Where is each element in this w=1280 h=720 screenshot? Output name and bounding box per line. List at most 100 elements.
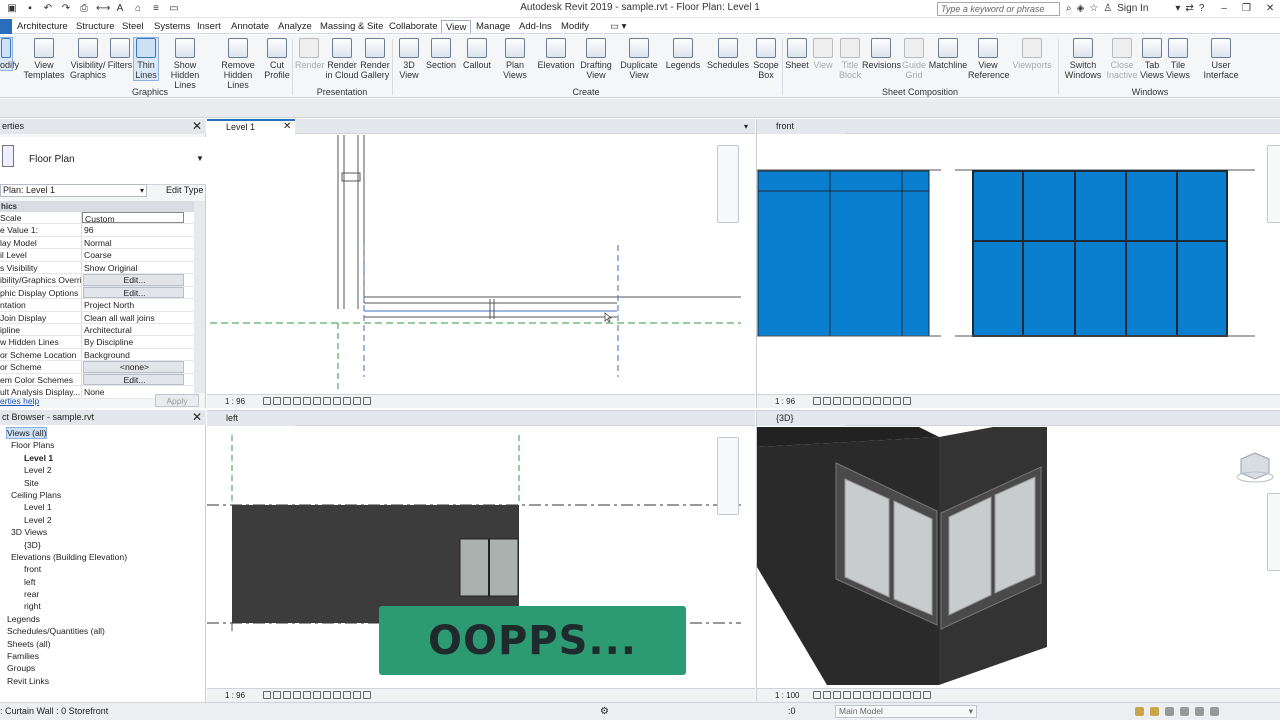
select-underlay-icon[interactable]	[1150, 707, 1159, 716]
properties-scrollbar[interactable]	[194, 201, 205, 393]
chevron-down-icon[interactable]: ▾	[744, 119, 748, 134]
browser-node[interactable]: Floor Plans	[0, 439, 206, 451]
binoculars-icon[interactable]: ⌕	[1066, 3, 1072, 14]
tab-annotate[interactable]: Annotate	[227, 20, 273, 33]
view-reference-button[interactable]: View Reference	[968, 38, 1010, 80]
crop-view-icon[interactable]	[853, 691, 861, 699]
crop-view-icon[interactable]	[853, 397, 861, 405]
select-pinned-icon[interactable]	[1165, 707, 1174, 716]
duplicate-view-button[interactable]: Duplicate View	[618, 38, 660, 80]
close-icon[interactable]: ✕	[1266, 3, 1274, 14]
property-value[interactable]: Normal	[82, 237, 194, 248]
visual-style-icon[interactable]	[273, 397, 281, 405]
temp-hide-icon[interactable]	[873, 691, 881, 699]
apply-button[interactable]: Apply	[155, 394, 199, 407]
browser-node[interactable]: Families	[0, 650, 206, 662]
shadows-icon[interactable]	[843, 691, 851, 699]
navigation-bar[interactable]	[1267, 493, 1280, 571]
viewports-button[interactable]: Viewports	[1012, 38, 1052, 70]
browser-node[interactable]: Schedules/Quantities (all)	[0, 625, 206, 637]
browser-node[interactable]: 3D Views	[0, 526, 206, 538]
reveal-hidden-icon[interactable]	[333, 397, 341, 405]
tab-steel[interactable]: Steel	[118, 20, 148, 33]
type-selector[interactable]: Floor Plan ▼	[0, 137, 206, 185]
restore-icon[interactable]: ❐	[1242, 3, 1251, 14]
property-value[interactable]: Clean all wall joins	[82, 312, 194, 323]
title-block-button[interactable]: Title Block	[836, 38, 864, 80]
tab-level-1[interactable]: Level 1 ✕	[207, 119, 295, 134]
property-edit-button[interactable]: Edit...	[83, 274, 184, 286]
chevron-down-icon[interactable]: ▾	[1175, 3, 1180, 14]
tab-manage[interactable]: Manage	[472, 20, 514, 33]
star-icon[interactable]: ☆	[1089, 3, 1098, 14]
sun-path-icon[interactable]	[833, 397, 841, 405]
filters-button[interactable]: Filters	[106, 38, 134, 70]
browser-node[interactable]: {3D}	[0, 539, 206, 551]
browser-node[interactable]: Level 1	[0, 452, 206, 464]
browser-node[interactable]: left	[0, 576, 206, 588]
tile-views-button[interactable]: Tile Views	[1166, 38, 1190, 80]
legends-button[interactable]: Legends	[664, 38, 702, 70]
property-value[interactable]: 96	[82, 224, 194, 235]
temp-hide-icon[interactable]	[873, 397, 881, 405]
visual-style-icon[interactable]	[823, 397, 831, 405]
browser-node[interactable]: Level 2	[0, 514, 206, 526]
render-button[interactable]: Render	[295, 38, 325, 70]
tab-3d[interactable]: {3D}	[757, 411, 845, 426]
browser-node[interactable]: Revit Links	[0, 675, 206, 687]
plan-views-button[interactable]: Plan Views	[500, 38, 530, 80]
elevation-button[interactable]: Elevation	[536, 38, 576, 70]
temp-hide-icon[interactable]	[323, 691, 331, 699]
detail-level-icon[interactable]	[813, 397, 821, 405]
view-scale[interactable]: 1 : 96	[225, 395, 245, 408]
close-icon[interactable]: ✕	[192, 410, 202, 425]
navigation-bar[interactable]	[717, 145, 739, 223]
analytical-icon[interactable]	[353, 397, 361, 405]
view-3d[interactable]: {3D} 1 : 100	[756, 410, 1280, 702]
highlight-icon[interactable]	[363, 691, 371, 699]
crop-view-icon[interactable]	[303, 691, 311, 699]
browser-node[interactable]: Legends	[0, 613, 206, 625]
show-crop-icon[interactable]	[313, 691, 321, 699]
shadows-icon[interactable]	[843, 397, 851, 405]
cut-profile-button[interactable]: Cut Profile	[264, 38, 290, 80]
lock-3d-icon[interactable]	[893, 691, 901, 699]
close-icon[interactable]: ✕	[283, 121, 291, 133]
detail-level-icon[interactable]	[263, 397, 271, 405]
browser-node[interactable]: Views (all)	[0, 427, 206, 439]
browser-node[interactable]: front	[0, 563, 206, 575]
navigation-bar[interactable]	[1267, 145, 1280, 223]
subscription-icon[interactable]: ◈	[1077, 3, 1085, 14]
close-icon[interactable]: ✕	[192, 119, 202, 134]
browser-node[interactable]: Level 1	[0, 501, 206, 513]
tab-architecture[interactable]: Architecture	[13, 20, 72, 33]
navigation-bar[interactable]	[717, 437, 739, 515]
property-value[interactable]: Custom	[82, 212, 184, 224]
search-input[interactable]: Type a keyword or phrase	[937, 2, 1060, 16]
view-front-elevation[interactable]: front 1 : 96	[756, 119, 1280, 408]
view-templates-button[interactable]: View Templates	[22, 38, 66, 80]
highlight-icon[interactable]	[363, 397, 371, 405]
drag-elements-icon[interactable]	[1195, 707, 1204, 716]
close-inactive-button[interactable]: Close Inactive	[1104, 38, 1140, 80]
view-scale[interactable]: 1 : 96	[775, 395, 795, 408]
tab-view[interactable]: View	[441, 20, 472, 33]
worksharing-icon[interactable]	[923, 691, 931, 699]
edit-type-button[interactable]: Edit Type	[152, 184, 203, 197]
chevron-down-icon[interactable]: ▼	[196, 154, 204, 163]
reveal-hidden-icon[interactable]	[333, 691, 341, 699]
schedules-button[interactable]: Schedules	[706, 38, 750, 70]
tab-left[interactable]: left	[207, 411, 295, 426]
property-value[interactable]: Show Original	[82, 262, 194, 273]
workset-icon[interactable]: ⚙	[600, 706, 609, 717]
switch-windows-button[interactable]: Switch Windows	[1064, 38, 1102, 80]
analytical-icon[interactable]	[353, 691, 361, 699]
property-value[interactable]: Architectural	[82, 324, 194, 335]
analytical-icon[interactable]	[903, 397, 911, 405]
tab-massing-site[interactable]: Massing & Site	[316, 20, 387, 33]
property-value[interactable]: By Discipline	[82, 336, 194, 347]
callout-button[interactable]: Callout	[460, 38, 494, 70]
analytical-icon[interactable]	[903, 691, 911, 699]
user-icon[interactable]: ♙	[1103, 3, 1112, 14]
sun-path-icon[interactable]	[283, 691, 291, 699]
